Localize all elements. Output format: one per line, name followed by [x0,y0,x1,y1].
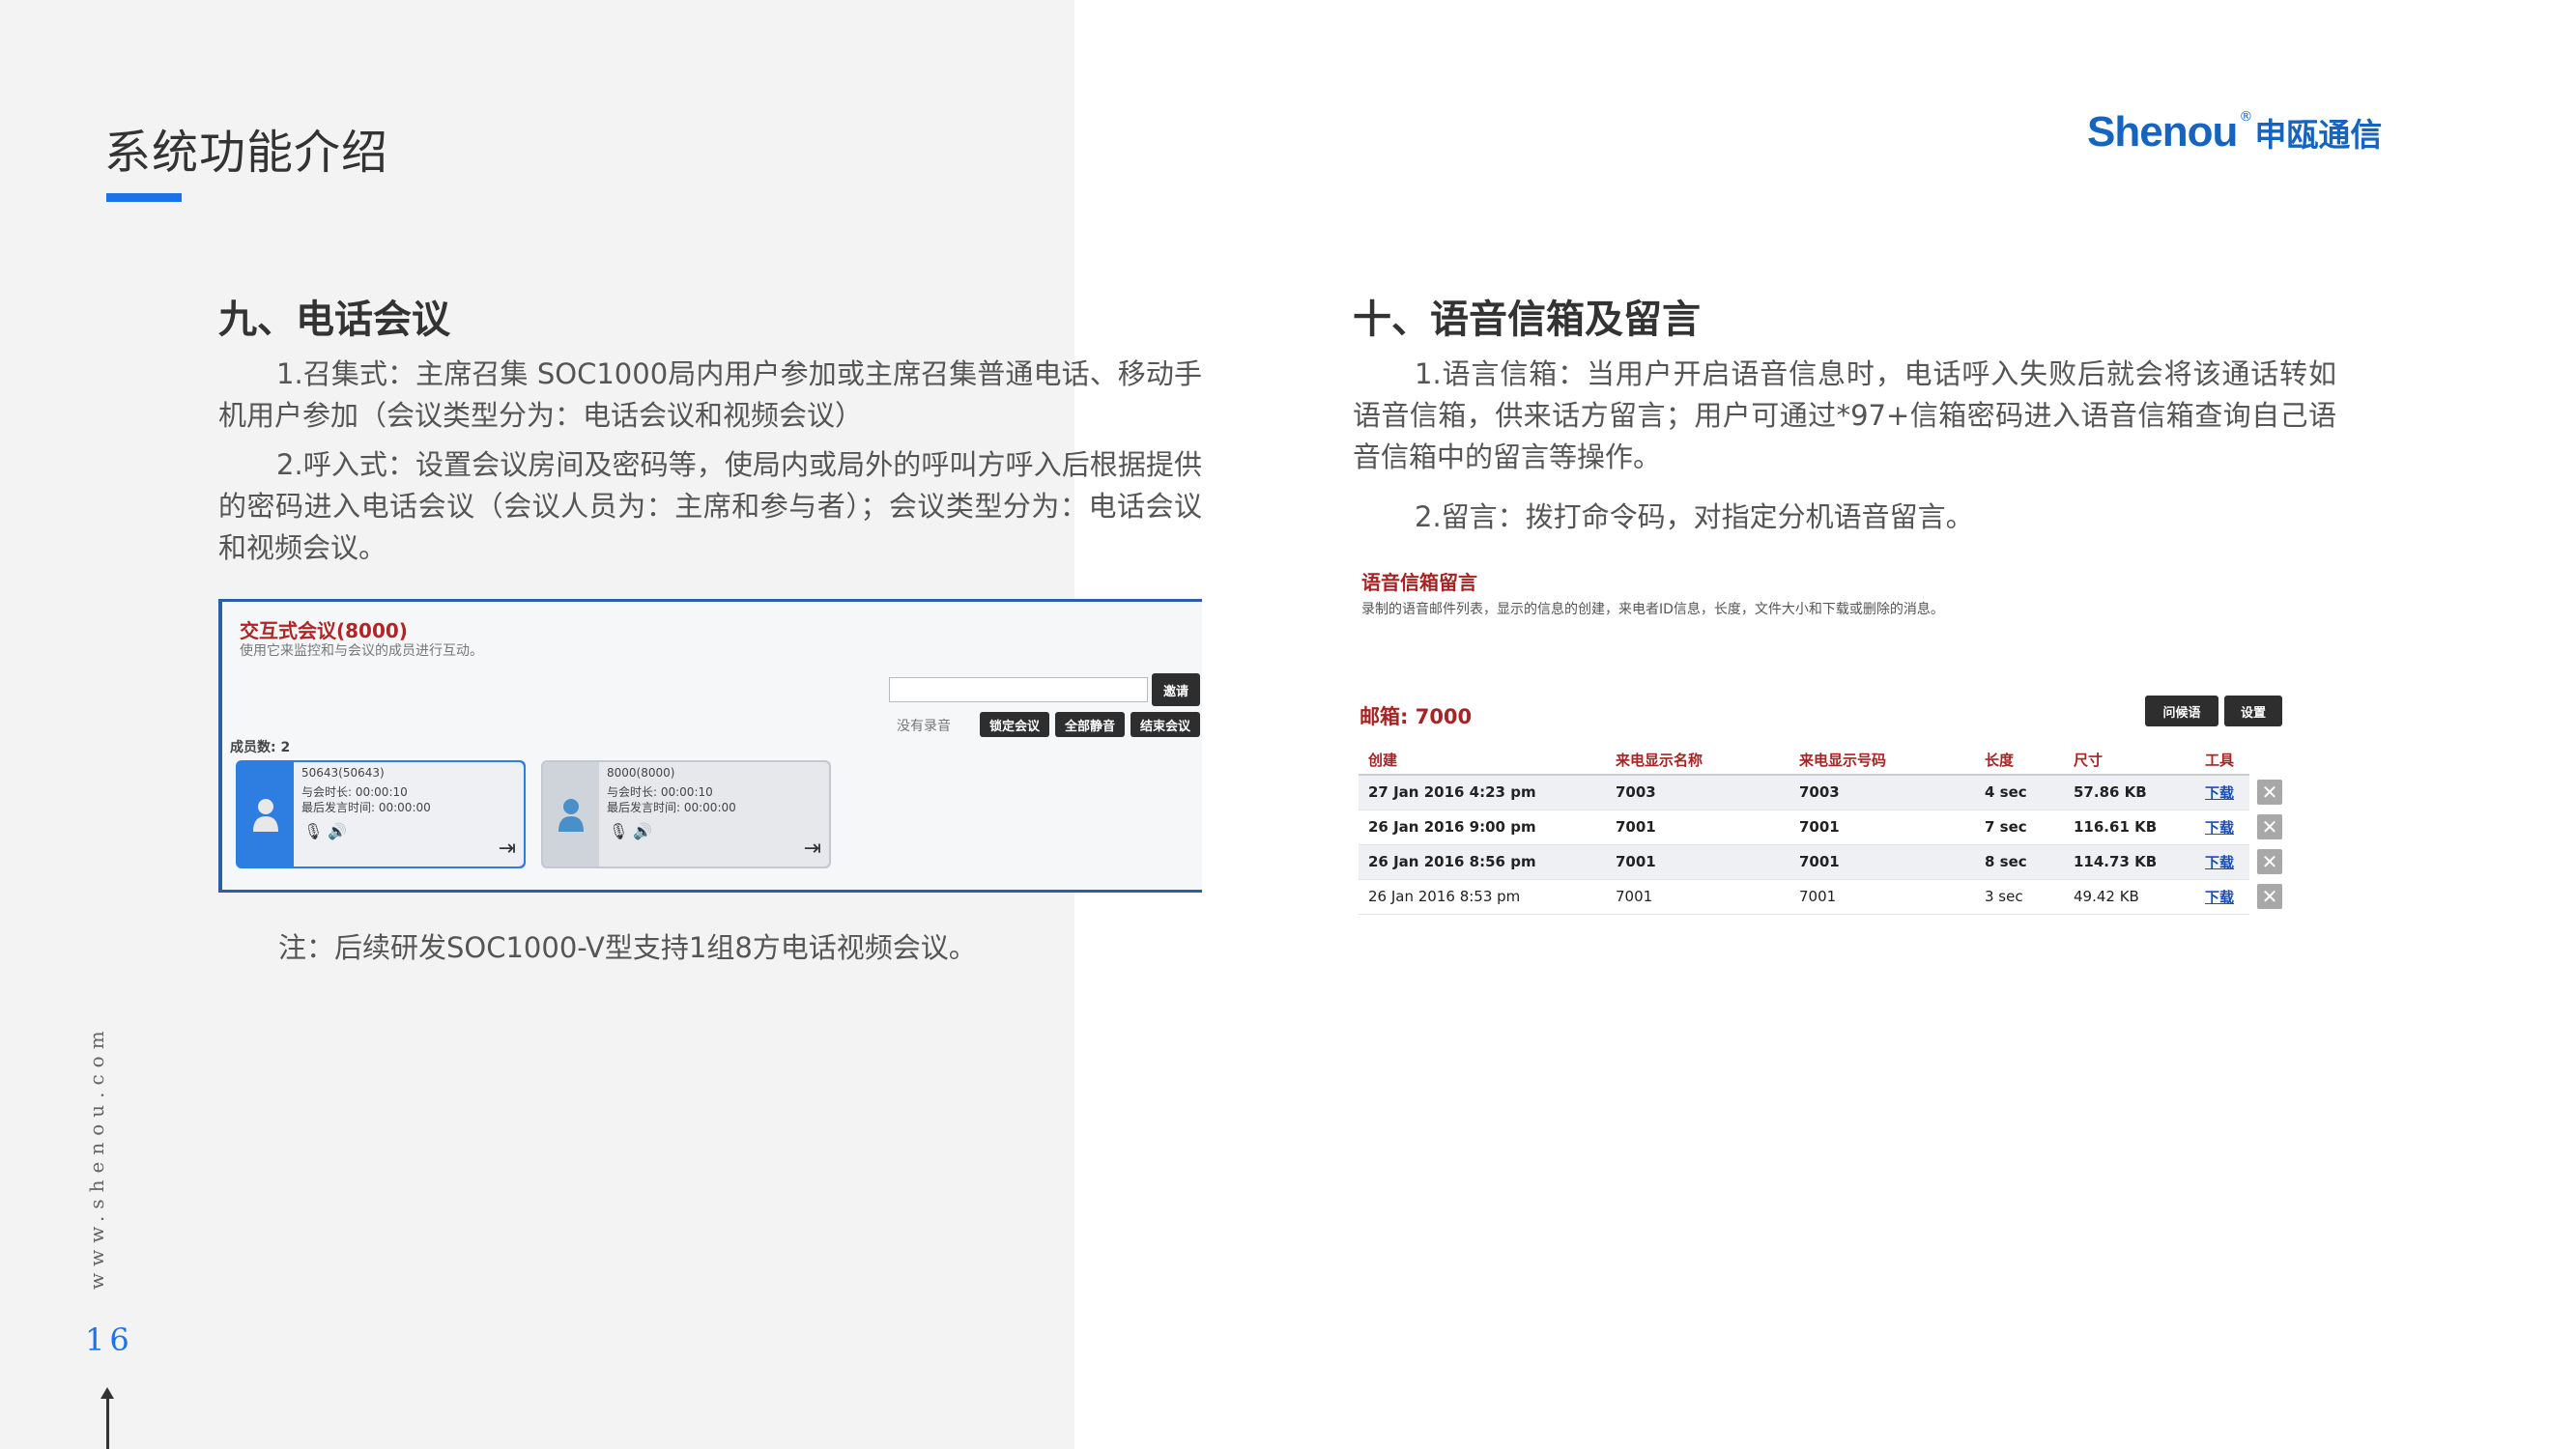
delete-icon[interactable]: ✕ [2257,884,2282,909]
kick-member-icon[interactable]: ⇥ [499,837,516,861]
table-row[interactable]: 26 Jan 2016 9:00 pm 7001 7001 7 sec 116.… [1359,810,2290,845]
voicemail-description: 录制的语音邮件列表，显示的信息的创建，来电者ID信息，长度，文件大小和下载或删除… [1361,602,1944,617]
delete-cell: ✕ [2249,775,2290,810]
page-number: 16 [85,1321,134,1358]
download-link[interactable]: 下载 [2195,844,2249,880]
section-heading-voicemail: 十、语音信箱及留言 [1353,298,1701,342]
delete-icon[interactable]: ✕ [2257,814,2282,839]
lock-conference-button[interactable]: 锁定会议 [980,712,1049,737]
conference-description: 使用它来监控和与会议的成员进行互动。 [240,643,483,659]
col-length: 长度 [1975,746,2064,776]
conference-screenshot: 交互式会议(8000) 使用它来监控和与会议的成员进行互动。 邀请 没有录音 锁… [218,599,1202,893]
col-size: 尺寸 [2064,746,2195,776]
member-last-speak: 最后发言时间: 00:00:00 [301,801,431,814]
section-heading-conference: 九、电话会议 [218,298,450,342]
mic-volume-icons[interactable]: 🎙 🔊 [303,822,347,840]
voicemail-title: 语音信箱留言 [1361,571,1477,594]
mic-volume-icons[interactable]: 🎙 🔊 [609,822,652,840]
delete-cell: ✕ [2249,810,2290,844]
greeting-button[interactable]: 问候语 [2145,696,2218,726]
cell-caller-name: 7003 [1606,775,1789,810]
conference-paragraph-2: 2.呼入式：设置会议房间及密码等，使局内或局外的呼叫方呼入后根据提供的密码进入电… [218,448,1202,564]
voicemail-paragraph-2: 2.留言：拨打命令码，对指定分机语音留言。 [1415,500,1974,533]
cell-created: 26 Jan 2016 8:53 pm [1359,879,1606,915]
voicemail-paragraph-1: 1.语言信箱：当用户开启语音信息时，电话呼入失败后就会将该通话转如语音信箱，供来… [1353,357,2336,473]
brand-name-en: Shenou [2087,108,2238,156]
delete-cell: ✕ [2249,879,2290,914]
download-link[interactable]: 下载 [2195,810,2249,845]
col-created: 创建 [1359,746,1606,776]
cell-created: 26 Jan 2016 8:56 pm [1359,844,1606,880]
member-count: 成员数: 2 [230,740,291,755]
member-card-body: 8000(8000) 与会时长: 00:00:10 最后发言时间: 00:00:… [599,762,829,867]
no-recording-label: 没有录音 [897,719,951,734]
delete-icon[interactable]: ✕ [2257,849,2282,874]
cell-length: 3 sec [1975,879,2064,915]
cell-caller-name: 7001 [1606,810,1789,845]
cell-caller-number: 7001 [1789,844,1975,880]
member-card[interactable]: 8000(8000) 与会时长: 00:00:10 最后发言时间: 00:00:… [541,760,831,868]
voicemail-table: 创建 来电显示名称 来电显示号码 长度 尺寸 工具 27 Jan 2016 4:… [1359,746,2290,915]
member-card-body: 50643(50643) 与会时长: 00:00:10 最后发言时间: 00:0… [294,762,524,867]
cell-created: 27 Jan 2016 4:23 pm [1359,775,1606,810]
page-title: 系统功能介绍 [104,126,389,180]
registered-mark: ® [2239,109,2253,125]
cell-size: 57.86 KB [2064,775,2195,810]
member-duration: 与会时长: 00:00:10 [301,785,408,799]
col-caller-number: 来电显示号码 [1789,746,1975,776]
cell-caller-number: 7003 [1789,775,1975,810]
cell-length: 7 sec [1975,810,2064,845]
arrow-shaft [106,1395,109,1449]
conference-paragraph-1: 1.召集式：主席召集 SOC1000局内用户参加或主席召集普通电话、移动手机用户… [218,357,1202,432]
user-avatar-icon [253,799,278,832]
cell-size: 116.61 KB [2064,810,2195,845]
member-card[interactable]: 50643(50643) 与会时长: 00:00:10 最后发言时间: 00:0… [236,760,526,868]
title-underline [106,193,182,202]
member-name: 8000(8000) [607,766,675,780]
download-link[interactable]: 下载 [2195,879,2249,915]
cell-size: 114.73 KB [2064,844,2195,880]
invite-button[interactable]: 邀请 [1152,673,1200,706]
settings-button[interactable]: 设置 [2224,696,2282,726]
delete-cell: ✕ [2249,844,2290,879]
member-duration: 与会时长: 00:00:10 [607,785,713,799]
cell-created: 26 Jan 2016 9:00 pm [1359,810,1606,845]
website-url: www.shenou.com [85,1024,108,1290]
table-row[interactable]: 26 Jan 2016 8:53 pm 7001 7001 3 sec 49.4… [1359,879,2290,915]
cell-caller-name: 7001 [1606,844,1789,880]
brand-logo: Shenou ® 申瓯通信 [2087,108,2382,166]
table-row[interactable]: 26 Jan 2016 8:56 pm 7001 7001 8 sec 114.… [1359,844,2290,880]
cell-caller-number: 7001 [1789,810,1975,845]
col-caller-name: 来电显示名称 [1606,746,1789,776]
cell-length: 4 sec [1975,775,2064,810]
download-link[interactable]: 下载 [2195,775,2249,810]
cell-length: 8 sec [1975,844,2064,880]
conference-note: 注：后续研发SOC1000-V型支持1组8方电话视频会议。 [278,931,977,964]
delete-icon[interactable]: ✕ [2257,780,2282,805]
operator-avatar-icon [558,799,584,832]
member-name: 50643(50643) [301,766,385,780]
cell-size: 49.42 KB [2064,879,2195,915]
invite-input[interactable] [889,677,1148,702]
cell-caller-name: 7001 [1606,879,1789,915]
brand-name-cn: 申瓯通信 [2254,116,2383,154]
mailbox-label: 邮箱: 7000 [1360,705,1473,728]
col-tools: 工具 [2195,746,2249,776]
table-row[interactable]: 27 Jan 2016 4:23 pm 7003 7003 4 sec 57.8… [1359,775,2290,810]
table-header-row: 创建 来电显示名称 来电显示号码 长度 尺寸 工具 [1359,746,2290,776]
cell-caller-number: 7001 [1789,879,1975,915]
kick-member-icon[interactable]: ⇥ [804,837,821,861]
member-last-speak: 最后发言时间: 00:00:00 [607,801,736,814]
mute-all-button[interactable]: 全部静音 [1055,712,1125,737]
end-conference-button[interactable]: 结束会议 [1131,712,1200,737]
up-arrow-icon[interactable] [100,1387,114,1449]
conference-title: 交互式会议(8000) [240,619,408,642]
col-delete [2249,746,2290,775]
